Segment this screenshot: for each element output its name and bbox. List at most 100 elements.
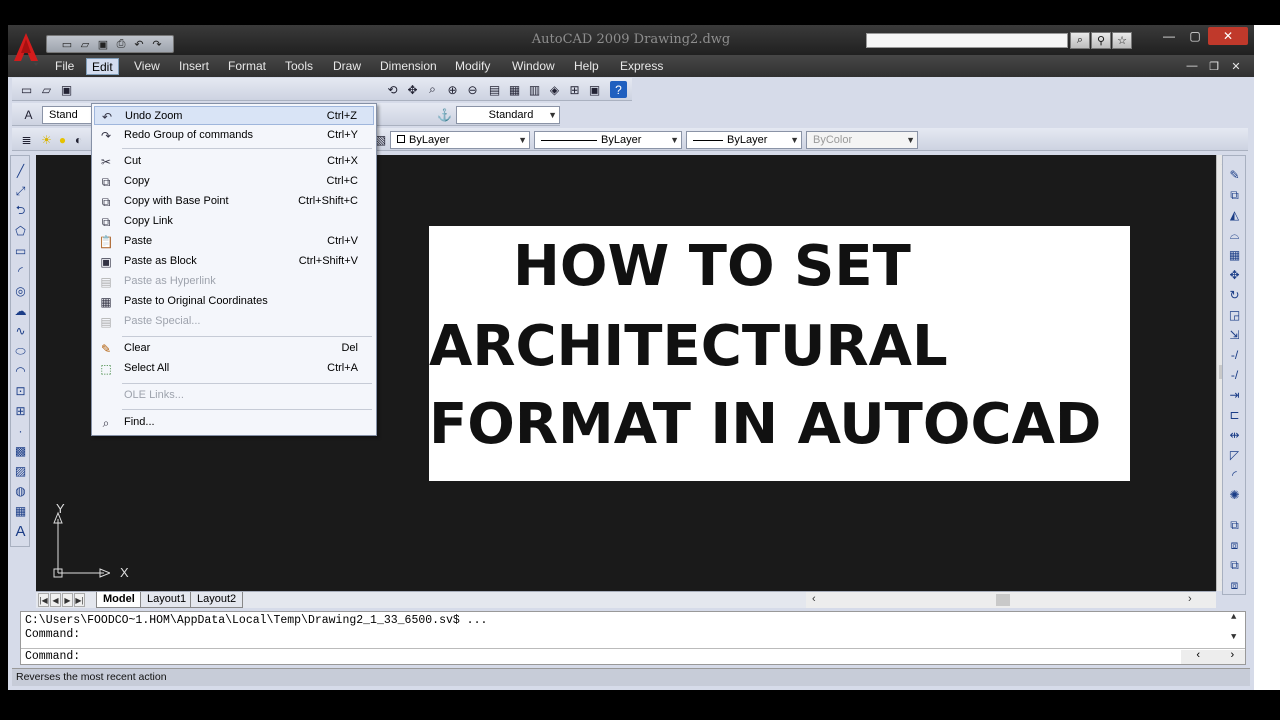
menu-item-undo[interactable]: ↶ Undo Zoom Ctrl+Z [94,106,374,125]
menu-window[interactable]: Window [507,58,560,75]
multiline-text-icon[interactable]: A [12,522,29,540]
array-icon[interactable]: ▦ [1226,246,1243,264]
new-icon[interactable]: ▭ [18,81,35,98]
menu-file[interactable]: File [50,58,79,75]
menu-edit[interactable]: Edit [86,58,119,75]
draw-order-back-icon[interactable]: ⧈ [1226,536,1243,554]
rotate-icon[interactable]: ↻ [1226,286,1243,304]
ellipse-icon[interactable]: ⬭ [12,342,29,360]
construction-line-icon[interactable]: ⤢ [12,182,29,200]
cmd-scroll-right-icon[interactable]: › [1229,650,1236,662]
arc-icon[interactable]: ◜ [12,262,29,280]
dim-style-dropdown[interactable]: Standard ▼ [456,106,560,124]
menu-tools[interactable]: Tools [280,58,318,75]
mirror-icon[interactable]: ◭ [1226,206,1243,224]
tool-palettes-icon[interactable]: ▥ [526,81,543,98]
command-scrollbar[interactable]: ▲ ▼ [1231,612,1245,646]
autocad-logo[interactable] [14,33,38,67]
design-center-icon[interactable]: ▦ [506,81,523,98]
erase-icon[interactable]: ✎ [1226,166,1243,184]
ellipse-arc-icon[interactable]: ◠ [12,362,29,380]
pan-icon[interactable]: ✥ [404,81,421,98]
menu-item-clear[interactable]: ✎ Clear Del [94,339,374,358]
sheet-set-icon[interactable]: ◈ [546,81,563,98]
cmd-scroll-up-icon[interactable]: ▲ [1231,612,1236,622]
maximize-button[interactable]: ▢ [1182,27,1208,45]
stretch-icon[interactable]: ⇲ [1226,326,1243,344]
trim-icon[interactable]: -/ [1226,346,1243,364]
search-input[interactable] [866,33,1068,48]
polyline-icon[interactable]: ⮌ [12,202,29,220]
fillet-icon[interactable]: ◜ [1226,466,1243,484]
open-icon[interactable]: ▱ [38,81,55,98]
menu-item-copy-link[interactable]: ⧉ Copy Link [94,212,374,231]
menu-express[interactable]: Express [615,58,668,75]
command-window[interactable]: C:\Users\FOODCO~1.HOM\AppData\Local\Temp… [20,611,1246,665]
offset-icon[interactable]: ⌓ [1226,226,1243,244]
hatch-icon[interactable]: ▩ [12,442,29,460]
menu-format[interactable]: Format [223,58,271,75]
draw-order-above-icon[interactable]: ⧉ [1226,556,1243,574]
menu-item-copy[interactable]: ⧉ Copy Ctrl+C [94,172,374,191]
menu-item-copy-base-point[interactable]: ⧉ Copy with Base Point Ctrl+Shift+C [94,192,374,211]
polygon-icon[interactable]: ⬠ [12,222,29,240]
rectangle-icon[interactable]: ▭ [12,242,29,260]
menu-view[interactable]: View [129,58,165,75]
save-icon[interactable]: ▣ [58,81,75,98]
prev-tab-icon[interactable]: ◀ [50,593,61,607]
break-at-point-icon[interactable]: ⇥ [1226,386,1243,404]
sun-icon[interactable]: ● [54,131,71,148]
doc-close-button[interactable]: ✕ [1228,58,1244,74]
revision-cloud-icon[interactable]: ☁ [12,302,29,320]
extend-icon[interactable]: -/ [1226,366,1243,384]
color-dropdown[interactable]: ByLayer ▼ [390,131,530,149]
search-icon[interactable]: ⌕ [1070,32,1090,49]
circle-icon[interactable]: ◎ [12,282,29,300]
menu-help[interactable]: Help [569,58,604,75]
zoom-realtime-icon[interactable]: ⌕ [424,81,441,98]
tab-layout2[interactable]: Layout2 [190,592,244,608]
first-tab-icon[interactable]: |◀ [38,593,49,607]
draw-order-under-icon[interactable]: ⧈ [1226,576,1243,594]
cmd-scroll-down-icon[interactable]: ▼ [1231,632,1236,642]
cmd-scroll-left-icon[interactable]: ‹ [1195,650,1202,662]
menu-insert[interactable]: Insert [174,58,214,75]
zoom-window-icon[interactable]: ⊕ [444,81,461,98]
favorites-icon[interactable]: ☆ [1112,32,1132,49]
break-icon[interactable]: ⊏ [1226,406,1243,424]
menu-item-redo[interactable]: ↷ Redo Group of commands Ctrl+Y [94,126,374,145]
insert-block-icon[interactable]: ⊡ [12,382,29,400]
menu-draw[interactable]: Draw [328,58,366,75]
layer-manager-icon[interactable]: ≣ [18,131,35,148]
tab-model[interactable]: Model [96,592,142,608]
command-hscroll[interactable]: ‹ › [1181,650,1245,664]
help-icon[interactable]: ? [610,81,627,98]
tab-layout1[interactable]: Layout1 [140,592,194,608]
point-icon[interactable]: · [12,422,29,440]
lineweight-dropdown[interactable]: ByLayer ▼ [686,131,802,149]
lightbulb-icon[interactable]: ☀ [38,131,55,148]
scroll-left-icon[interactable]: ‹ [812,593,816,605]
gradient-icon[interactable]: ▨ [12,462,29,480]
zoom-previous-icon[interactable]: ⊖ [464,81,481,98]
properties-icon[interactable]: ▤ [486,81,503,98]
command-input-bar[interactable]: Command: ‹ › [21,648,1245,664]
copy-object-icon[interactable]: ⧉ [1226,186,1243,204]
menu-item-find[interactable]: ⌕ Find... [94,413,374,432]
move-icon[interactable]: ✥ [1226,266,1243,284]
doc-minimize-button[interactable]: — [1184,58,1200,74]
markup-icon[interactable]: ⊞ [566,81,583,98]
menu-item-paste-original[interactable]: ▦ Paste to Original Coordinates [94,292,374,311]
last-tab-icon[interactable]: ▶| [74,593,85,607]
match-properties-icon[interactable]: ⟲ [384,81,401,98]
table-icon[interactable]: ▦ [12,502,29,520]
menu-modify[interactable]: Modify [450,58,495,75]
explode-icon[interactable]: ✺ [1226,486,1243,504]
horizontal-scrollbar[interactable]: ‹ › [806,592,1216,608]
quickcalc-icon[interactable]: ▣ [586,81,603,98]
menu-item-cut[interactable]: ✂ Cut Ctrl+X [94,152,374,171]
horizontal-scroll-thumb[interactable] [996,594,1010,606]
doc-restore-button[interactable]: ❐ [1206,58,1222,74]
line-icon[interactable]: ╱ [12,162,29,180]
menu-item-paste-block[interactable]: ▣ Paste as Block Ctrl+Shift+V [94,252,374,271]
